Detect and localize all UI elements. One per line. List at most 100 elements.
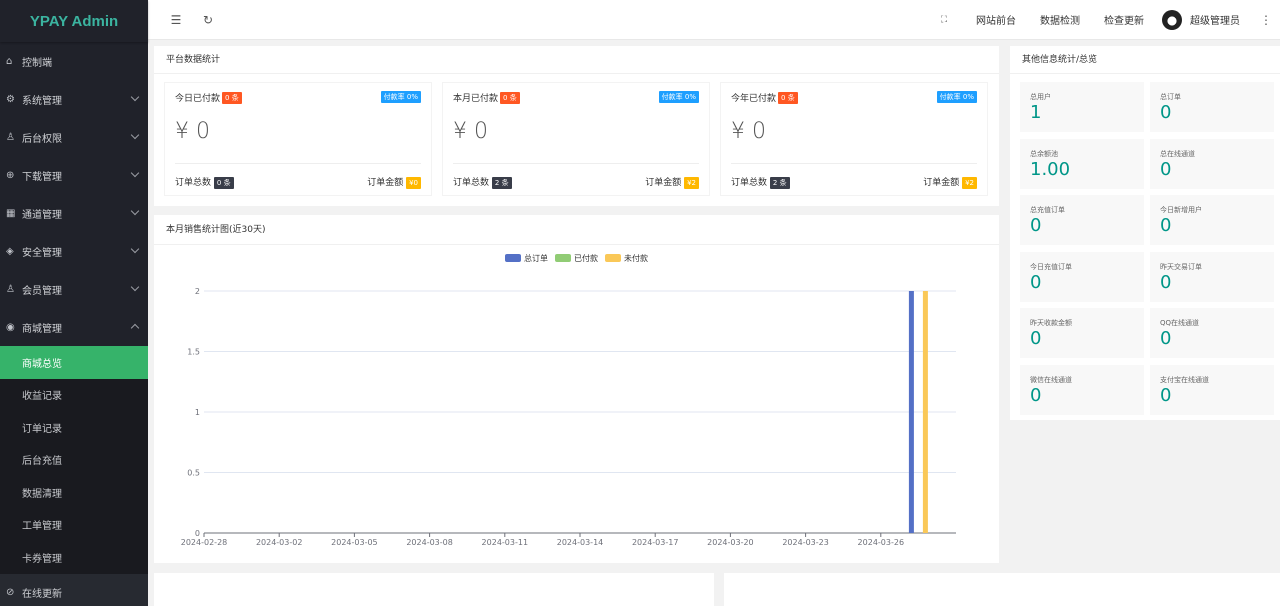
card-title: 本月销售统计图(近30天) — [154, 215, 999, 245]
stat-head: 今日已付款 0 条 — [175, 91, 242, 104]
top-header: ☰ ↻ ⛶ 网站前台 数据检测 检查更新 超级管理员 ⋮ — [148, 0, 1280, 40]
x-tick-label: 2024-03-17 — [632, 538, 679, 547]
sidebar-item-7[interactable]: ◉ 商城管理 — [0, 308, 148, 346]
stat-box: 本月已付款 0 条 付款率 0% ¥ 0 订单总数 2 条 订单金额 ¥2 — [442, 82, 710, 196]
sales-chart-card: 本月销售统计图(近30天) 0 0.5 1 1.5 2 2024-02-28 2024-03… — [154, 215, 999, 563]
fullscreen-icon[interactable]: ⛶ — [934, 10, 954, 30]
paid-amount: ¥ 0 — [453, 119, 488, 144]
stat-label: 今年已付款 — [731, 94, 777, 104]
orders-badge: 2 条 — [491, 177, 512, 189]
summary-value: 0 — [1160, 102, 1172, 123]
money-badge: ¥2 — [962, 177, 977, 189]
divider — [175, 163, 421, 164]
legend-label-0: 总订单 — [524, 253, 548, 263]
gear-icon: ⚙ — [6, 93, 15, 105]
sidebar-item-online-update[interactable]: ⊘ 在线更新 — [0, 573, 148, 606]
summary-box: 昨天收款金额 0 — [1020, 308, 1144, 358]
orders-total: 订单总数 0 条 — [175, 175, 234, 189]
money-label: 订单金额 — [645, 178, 682, 188]
data-check-link[interactable]: 数据检测 — [1028, 12, 1092, 27]
more-vertical-icon[interactable]: ⋮ — [1260, 13, 1272, 27]
money-badge: ¥0 — [406, 177, 421, 189]
sidebar-subitem-5[interactable]: 工单管理 — [0, 509, 148, 542]
x-tick-label: 2024-03-08 — [406, 538, 453, 547]
chevron-down-icon — [130, 92, 140, 102]
legend-swatch-1 — [555, 254, 571, 262]
x-tick-label: 2024-03-14 — [557, 538, 604, 547]
chevron-down-icon — [130, 168, 140, 178]
sidebar-item-5[interactable]: ◈ 安全管理 — [0, 232, 148, 270]
summary-label: 支付宝在线通道 — [1160, 375, 1209, 384]
sidebar-item-1[interactable]: ⚙ 系统管理 — [0, 80, 148, 118]
summary-box: 微信在线通道 0 — [1020, 364, 1144, 415]
sidebar-subitem-0[interactable]: 商城总览 — [0, 346, 148, 379]
summary-label: 昨天交易订单 — [1160, 262, 1202, 271]
divider — [731, 163, 977, 164]
summary-value: 0 — [1160, 158, 1172, 180]
download-icon: ⊕ — [6, 169, 15, 181]
chevron-down-icon — [130, 282, 140, 292]
orders-total: 订单总数 2 条 — [731, 175, 790, 189]
summary-value: 0 — [1160, 384, 1172, 406]
card-title: 平台数据统计 — [154, 46, 999, 74]
app-logo[interactable]: YPAY Admin — [0, 0, 148, 42]
legend-label-2: 未付款 — [624, 253, 648, 263]
menu-toggle-icon[interactable]: ☰ — [166, 10, 186, 30]
orders-amount: 订单金额 ¥2 — [923, 175, 977, 189]
money-label: 订单金额 — [923, 178, 960, 188]
x-tick-label: 2024-03-20 — [707, 538, 754, 547]
user-menu[interactable]: 超级管理员 — [1190, 12, 1240, 27]
grid-icon: ▦ — [6, 207, 16, 219]
sidebar-item-label: 商城管理 — [22, 323, 62, 335]
diamond-icon: ◈ — [6, 245, 14, 257]
summary-label: 昨天收款金额 — [1030, 319, 1072, 327]
summary-label: 总订单 — [1160, 93, 1181, 101]
sidebar-item-0[interactable]: ⌂ 控制端 — [0, 42, 148, 80]
sidebar-item-3[interactable]: ⊕ 下载管理 — [0, 156, 148, 194]
summary-value: 1.00 — [1030, 158, 1071, 180]
platform-stats-card: 平台数据统计 今日已付款 0 条付款率 0% ¥ 0 订单总数 0 条订单金额 ¥0 本… — [154, 46, 999, 206]
sidebar-subitem-4[interactable]: 数据清理 — [0, 476, 148, 509]
count-badge: 0 条 — [500, 91, 520, 104]
y-tick-label: 0 — [195, 529, 200, 538]
summary-box: 总余额池 1.00 — [1020, 138, 1144, 189]
divider — [453, 163, 699, 164]
card-title: 其他信息统计/总览 — [1010, 46, 1280, 74]
sidebar-subitem-6[interactable]: 卡券管理 — [0, 541, 148, 574]
orders-label: 订单总数 — [175, 178, 212, 188]
sidebar-item-2[interactable]: ♙ 后台权限 — [0, 118, 148, 156]
sidebar-item-label: 系统管理 — [22, 95, 62, 107]
sidebar-subitem-2[interactable]: 订单记录 — [0, 411, 148, 444]
user-icon: ♙ — [6, 131, 15, 143]
orders-label: 订单总数 — [453, 178, 490, 188]
summary-box: 总充值订单 0 — [1020, 195, 1144, 245]
check-update-link[interactable]: 检查更新 — [1092, 12, 1156, 27]
site-frontend-link[interactable]: 网站前台 — [964, 12, 1028, 27]
summary-box: 总订单 0 — [1150, 82, 1274, 132]
orders-label: 订单总数 — [731, 178, 768, 188]
refresh-icon[interactable]: ↻ — [198, 10, 218, 30]
summary-value: 0 — [1160, 271, 1172, 293]
x-tick-label: 2024-03-11 — [482, 538, 529, 547]
bar-2-28 — [922, 291, 928, 533]
sales-bar-chart: 0 0.5 1 1.5 2 2024-02-28 2024-03-02 2024-03-05 2… — [181, 253, 956, 547]
summary-label: 总在线通道 — [1160, 149, 1195, 158]
bottom-card-right — [724, 573, 1280, 606]
y-tick-label: 0.5 — [187, 469, 200, 478]
user-icon: ♙ — [6, 283, 15, 295]
sidebar-item-label: 在线更新 — [22, 589, 62, 600]
money-badge: ¥2 — [684, 177, 699, 189]
orders-amount: 订单金额 ¥0 — [367, 175, 421, 189]
y-tick-label: 2 — [195, 287, 200, 296]
summary-value: 0 — [1160, 328, 1172, 349]
avatar[interactable] — [1162, 9, 1182, 30]
stat-label: 今日已付款 — [175, 94, 221, 104]
sidebar-item-6[interactable]: ♙ 会员管理 — [0, 270, 148, 308]
x-tick-label: 2024-03-23 — [782, 538, 829, 547]
sidebar-subitem-3[interactable]: 后台充值 — [0, 444, 148, 477]
sidebar-item-4[interactable]: ▦ 通道管理 — [0, 194, 148, 232]
stat-head: 今年已付款 0 条 — [731, 91, 798, 104]
summary-box: 支付宝在线通道 0 — [1150, 364, 1274, 415]
sidebar-subitem-1[interactable]: 收益记录 — [0, 379, 148, 412]
stat-label: 本月已付款 — [453, 94, 499, 104]
